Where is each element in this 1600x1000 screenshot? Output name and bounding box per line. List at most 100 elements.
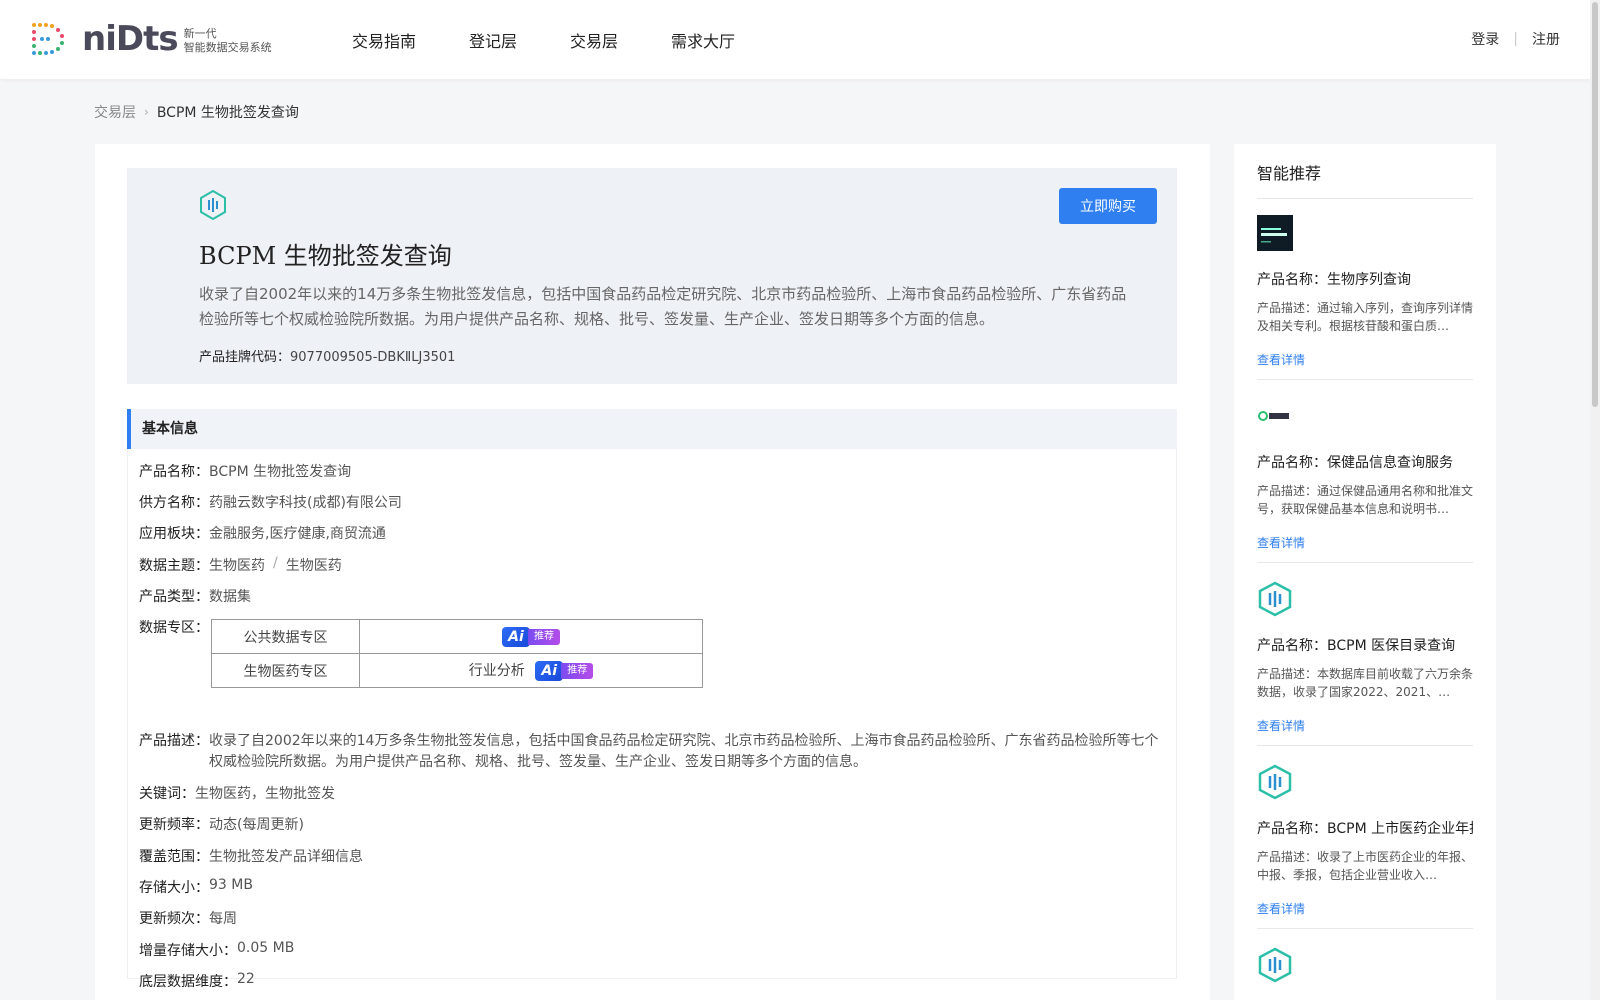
field-label: 增量存储大小： — [139, 943, 237, 959]
field-value: 每周 — [209, 911, 237, 927]
ai-recommend-badge: Ai 推荐 — [535, 661, 594, 681]
zone-name: 公共数据专区 — [211, 619, 360, 654]
recommendation-name[interactable]: 产品名称：BCPM 医保目录查询 — [1257, 635, 1473, 655]
logo-text: niDts — [82, 19, 179, 59]
divider — [1257, 379, 1473, 380]
ai-icon: Ai — [502, 626, 530, 647]
field-value: 生物医药，生物批签发 — [195, 786, 335, 802]
nav-item-guide[interactable]: 交易指南 — [352, 28, 416, 52]
basic-info-panel: 产品名称： BCPM 生物批签发查询 供方名称： 药融云数字科技(成都)有限公司 应… — [127, 449, 1177, 990]
field-label: 数据主题： — [139, 558, 209, 574]
logo-sub-line2: 智能数据交易系统 — [183, 41, 272, 54]
recommendation-name[interactable]: 产品名称：BCPM 上市医药企业年报 — [1257, 818, 1473, 838]
field-label: 覆盖范围： — [139, 849, 209, 865]
product-logo-icon — [200, 190, 226, 220]
table-row: 生物医药专区 行业分析 Ai 推荐 — [211, 653, 703, 688]
view-details-link[interactable]: 查看详情 — [1257, 717, 1473, 734]
logo-sub-line1: 新一代 — [183, 27, 217, 40]
auth-separator: | — [1513, 31, 1518, 47]
recommendation-desc: 产品描述：通过输入序列，查询序列详情及相关专利。根据核苷酸和蛋白质… — [1257, 301, 1473, 333]
field-dimensions: 底层数据维度： 22 — [139, 971, 255, 991]
recommendation-desc: 产品描述：本数据库目前收载了六万余条数据，收录了国家2022、2021、… — [1257, 667, 1473, 699]
breadcrumb-parent[interactable]: 交易层 — [94, 102, 136, 122]
ai-icon: Ai — [535, 661, 564, 681]
recommendation-title: 智能推荐 — [1257, 164, 1322, 183]
nav-item-trade-layer[interactable]: 交易层 — [570, 28, 618, 52]
buy-now-button[interactable]: 立即购买 — [1059, 188, 1157, 224]
divider — [1257, 745, 1473, 746]
field-value: 22 — [237, 971, 255, 987]
nav-item-register-layer[interactable]: 登记层 — [469, 28, 517, 52]
field-incremental-size: 增量存储大小： 0.05 MB — [139, 940, 294, 960]
product-summary: 收录了自2002年以来的14万多条生物批签发信息，包括中国食品药品检定研究院、北… — [199, 285, 1127, 328]
field-coverage: 覆盖范围： 生物批签发产品详细信息 — [139, 846, 363, 866]
product-thumbnail[interactable] — [1257, 581, 1293, 617]
scrollbar[interactable] — [1590, 0, 1600, 1000]
field-label: 更新频率： — [139, 817, 209, 833]
table-row: 公共数据专区 Ai 推荐 — [211, 619, 703, 654]
divider — [1257, 562, 1473, 563]
view-details-link[interactable]: 查看详情 — [1257, 351, 1473, 368]
zone-table: 公共数据专区 Ai 推荐 生物医药专区 行业分析 Ai 推荐 — [211, 619, 703, 688]
product-hero: 立即购买 BCPM 生物批签发查询 收录了自2002年以来的14万多条生物批签发… — [127, 168, 1177, 384]
recommendation-item: 产品名称：BCPM 上市医药企业年报 产品描述：收录了上市医药企业的年报、中报、… — [1257, 764, 1473, 917]
recommend-tag: 推荐 — [528, 628, 560, 645]
recommendation-desc: 产品描述：收录了上市医药企业的年报、中报、季报，包括企业营业收入… — [1257, 850, 1473, 882]
product-thumbnail[interactable] — [1257, 764, 1293, 800]
field-label: 产品类型： — [139, 589, 209, 605]
field-value: 收录了自2002年以来的14万多条生物批签发信息，包括中国食品药品检定研究院、北… — [209, 733, 1159, 770]
breadcrumb-current: BCPM 生物批签发查询 — [156, 105, 299, 121]
field-storage-size: 存储大小： 93 MB — [139, 877, 253, 897]
field-value: BCPM 生物批签发查询 — [209, 464, 352, 480]
zone-tags: Ai 推荐 — [359, 619, 703, 654]
field-label: 供方名称： — [139, 495, 209, 511]
view-details-link[interactable]: 查看详情 — [1257, 534, 1473, 551]
auth-links: 登录 | 注册 — [1471, 29, 1560, 49]
product-thumbnail[interactable] — [1257, 215, 1293, 251]
field-value: 0.05 MB — [237, 940, 295, 956]
field-value-a: 生物医药 — [209, 558, 265, 574]
view-details-link[interactable]: 查看详情 — [1257, 900, 1473, 917]
field-value: 生物批签发产品详细信息 — [209, 849, 363, 865]
listing-code-label: 产品挂牌代码： — [199, 350, 291, 365]
topic-separator: / — [273, 555, 278, 571]
listing-code: 产品挂牌代码：9077009505-DBKⅡLJ3501 — [199, 346, 455, 365]
product-thumbnail[interactable] — [1257, 947, 1293, 983]
logo-dots-icon — [32, 23, 64, 55]
recommendation-item: 产品名称：生物序列查询 产品描述：通过输入序列，查询序列详情及相关专利。根据核苷… — [1257, 215, 1473, 368]
zone-tags: 行业分析 Ai 推荐 — [359, 653, 703, 688]
field-product-name: 产品名称： BCPM 生物批签发查询 — [139, 461, 351, 481]
field-value: 93 MB — [209, 877, 253, 893]
field-type: 产品类型： 数据集 — [139, 586, 251, 606]
field-label: 更新频次： — [139, 911, 209, 927]
logo[interactable]: niDts 新一代 智能数据交易系统 — [28, 19, 272, 59]
listing-code-value: 9077009505-DBKⅡLJ3501 — [290, 350, 456, 365]
field-value-b: 生物医药 — [285, 558, 342, 574]
product-title: BCPM 生物批签发查询 — [199, 242, 452, 270]
field-value: 药融云数字科技(成都)有限公司 — [209, 495, 402, 511]
login-link[interactable]: 登录 — [1471, 29, 1499, 49]
recommend-tag: 推荐 — [561, 663, 594, 679]
field-update-frequency: 更新频率： 动态(每周更新) — [139, 814, 304, 834]
field-topic: 数据主题： 生物医药 / 生物医药 — [139, 555, 342, 575]
recommendation-desc: 产品描述：通过保健品通用名称和批准文号，获取保健品基本信息和说明书… — [1257, 484, 1473, 516]
recommendation-item: 产品名称：BCPM 医保目录查询 产品描述：本数据库目前收载了六万余条数据，收录… — [1257, 581, 1473, 734]
field-value: 金融服务,医疗健康,商贸流通 — [209, 526, 386, 542]
nav-item-demand-hall[interactable]: 需求大厅 — [671, 28, 735, 52]
breadcrumb: 交易层 › BCPM 生物批签发查询 — [94, 102, 299, 122]
field-value: 数据集 — [209, 589, 251, 605]
field-label: 产品描述： — [139, 733, 209, 749]
field-zone: 数据专区： — [139, 617, 209, 637]
recommendation-name[interactable]: 产品名称：生物序列查询 — [1257, 269, 1473, 289]
field-update-period: 更新频次： 每周 — [139, 908, 237, 928]
field-label: 底层数据维度： — [139, 974, 237, 990]
zone-extra: 行业分析 — [468, 663, 525, 679]
scrollbar-thumb[interactable] — [1592, 2, 1598, 407]
divider — [1257, 928, 1473, 929]
product-thumbnail[interactable] — [1257, 398, 1293, 434]
field-label: 产品名称： — [139, 464, 209, 480]
product-detail-card: 立即购买 BCPM 生物批签发查询 收录了自2002年以来的14万多条生物批签发… — [95, 144, 1210, 1000]
register-link[interactable]: 注册 — [1532, 29, 1560, 49]
basic-info-heading: 基本信息 — [127, 409, 1177, 449]
recommendation-name[interactable]: 产品名称：保健品信息查询服务 — [1257, 452, 1473, 472]
